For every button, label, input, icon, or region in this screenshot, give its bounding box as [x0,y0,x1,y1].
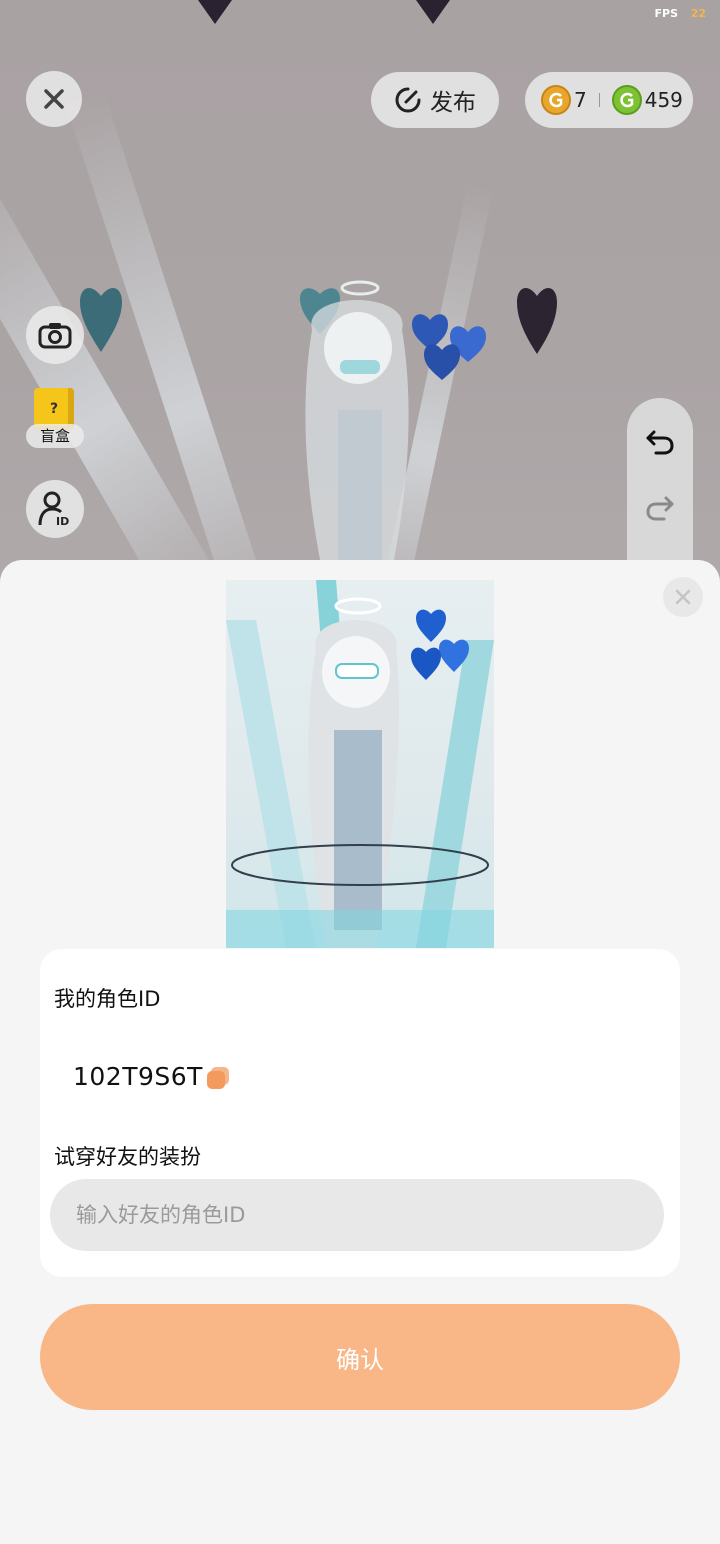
fps-label: FPS [654,7,679,20]
fps-value: 22 [690,7,706,20]
currency-display[interactable]: 7 459 [525,72,693,128]
my-role-id-title: 我的角色ID [54,987,161,1011]
close-icon [44,89,64,109]
publish-label: 发布 [430,90,476,116]
user-id-icon: ID [38,491,69,527]
blind-box-button[interactable]: ? 盲盒 [26,388,86,460]
gold-coin-icon [541,85,571,115]
publish-button[interactable]: 发布 [371,72,499,128]
publish-icon [395,87,421,113]
svg-text:ID: ID [56,515,69,527]
sheet-close-button[interactable] [663,577,703,617]
green-coin-icon [611,85,642,115]
avatar-preview-image [226,580,494,948]
try-on-friend-title: 试穿好友的装扮 [54,1145,201,1169]
friend-role-id-input[interactable] [50,1179,664,1251]
redo-icon[interactable] [644,492,676,524]
avatar-figure [305,280,409,570]
close-icon [675,589,691,605]
my-role-id-value: 102T9S6T [73,1062,203,1091]
divider [598,93,600,107]
role-id-button[interactable]: ID [26,480,84,538]
gold-coin-count: 7 [574,88,587,112]
blind-box-label: 盲盒 [26,424,84,448]
heart-decoration [416,0,450,24]
undo-icon[interactable] [644,426,676,458]
confirm-button[interactable]: 确认 [40,1304,680,1410]
heart-decoration [80,288,122,352]
copy-icon[interactable] [205,1065,231,1091]
heart-decoration [198,0,232,24]
camera-button[interactable] [26,306,84,364]
heart-decoration [517,288,557,354]
close-button[interactable] [26,71,82,127]
green-coin-count: 459 [644,88,683,112]
camera-icon [38,323,72,349]
